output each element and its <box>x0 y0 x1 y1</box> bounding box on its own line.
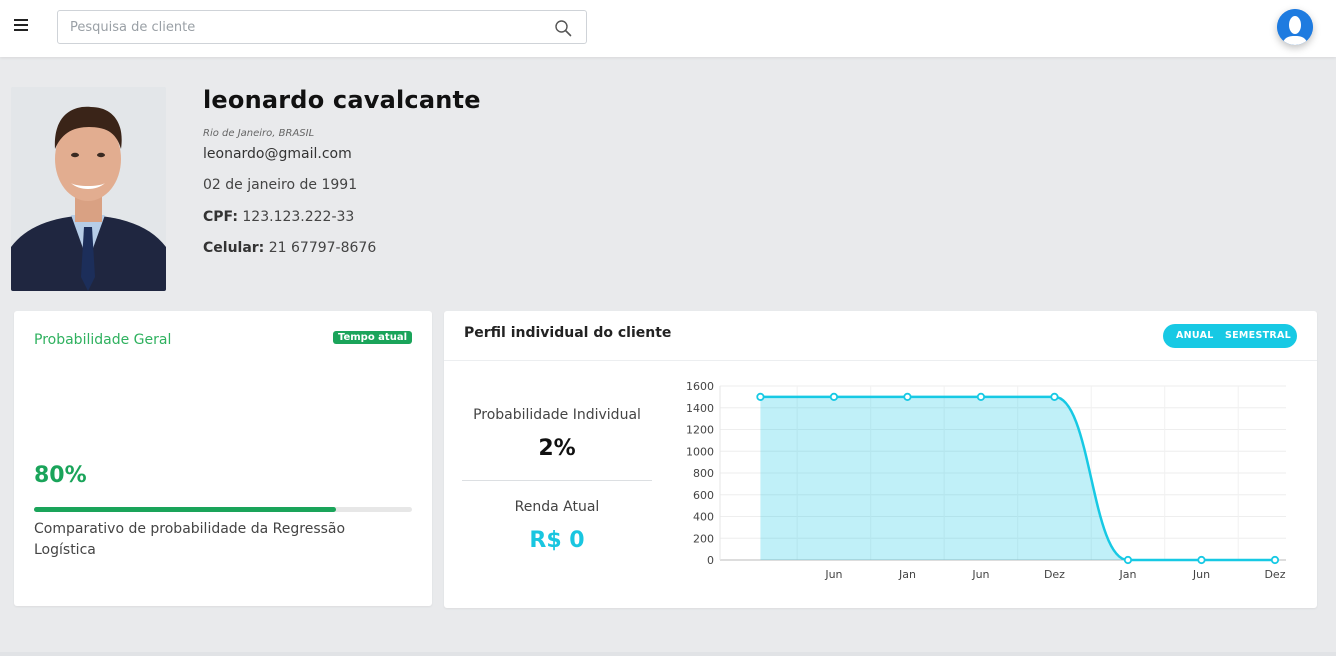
current-income-label: Renda Atual <box>514 499 600 515</box>
individual-probability-label: Probabilidade Individual <box>473 407 641 423</box>
phone-label: Celular: <box>203 240 265 256</box>
card-divider <box>444 360 1317 361</box>
stats-separator <box>462 480 652 481</box>
client-photo-image <box>11 87 166 291</box>
series-area <box>760 396 1275 560</box>
cpf-value: 123.123.222-33 <box>242 209 355 225</box>
client-phone: Celular: 21 67797-8676 <box>203 240 376 256</box>
user-icon <box>1277 9 1313 45</box>
phone-value: 21 67797-8676 <box>268 240 377 256</box>
y-tick-label: 600 <box>693 489 714 502</box>
data-point <box>829 392 839 401</box>
x-tick-label: Jun <box>1192 568 1210 581</box>
current-income-value: R$ 0 <box>529 528 585 553</box>
y-tick-label: 1200 <box>686 424 714 437</box>
x-tick-label: Dez <box>1044 568 1065 581</box>
y-tick-label: 400 <box>693 511 714 524</box>
individual-profile-title: Perfil individual do cliente <box>464 325 672 341</box>
data-point <box>1123 555 1133 565</box>
individual-profile-card: Perfil individual do cliente ANUAL SEMES… <box>444 311 1317 608</box>
general-probability-card: Probabilidade Geral Tempo atual 80% Comp… <box>14 311 432 606</box>
x-tick-label: Dez <box>1264 568 1285 581</box>
search-input[interactable] <box>58 11 548 43</box>
probability-progress-bar <box>34 507 412 512</box>
y-tick-label: 800 <box>693 467 714 480</box>
y-tick-label: 0 <box>707 554 714 567</box>
x-tick-label: Jan <box>898 568 916 581</box>
top-bar <box>0 0 1336 57</box>
search-box <box>57 10 587 44</box>
data-point <box>756 392 765 401</box>
probability-description: Comparativo de probabilidade da Regressã… <box>34 521 346 558</box>
general-probability-title: Probabilidade Geral <box>34 332 172 348</box>
probability-progress-fill <box>34 507 337 512</box>
bottom-strip <box>0 652 1336 656</box>
toggle-semester[interactable]: SEMESTRAL <box>1225 330 1291 341</box>
data-point <box>1270 555 1280 565</box>
y-tick-label: 1000 <box>686 445 714 458</box>
income-chart: 0 200 400 600 800 1000 1200 1400 1600 Jun Jan Jun De… <box>686 380 1286 581</box>
cpf-label: CPF: <box>203 209 238 225</box>
data-point <box>1050 392 1059 401</box>
period-toggle: ANUAL SEMESTRAL <box>1163 324 1297 348</box>
client-photo <box>11 87 166 291</box>
user-avatar-button[interactable] <box>1277 9 1313 45</box>
y-tick-label: 1600 <box>686 380 714 393</box>
data-point <box>1197 555 1206 565</box>
client-location: Rio de Janeiro, BRASIL <box>203 128 315 139</box>
search-icon[interactable] <box>554 19 572 37</box>
client-email: leonardo@gmail.com <box>203 146 352 162</box>
x-tick-label: Jun <box>971 568 989 581</box>
x-tick-label: Jun <box>824 568 842 581</box>
general-probability-value: 80% <box>34 463 87 488</box>
x-tick-label: Jan <box>1118 568 1136 581</box>
client-cpf: CPF: 123.123.222-33 <box>203 209 354 225</box>
data-point <box>976 392 986 401</box>
y-tick-label: 200 <box>693 532 714 545</box>
client-birthdate: 02 de janeiro de 1991 <box>203 177 358 193</box>
y-tick-label: 1400 <box>686 402 714 415</box>
menu-icon[interactable] <box>14 19 28 31</box>
individual-probability-value: 2% <box>538 436 576 461</box>
data-point <box>903 392 912 401</box>
time-badge: Tempo atual <box>332 331 412 344</box>
client-name: leonardo cavalcante <box>203 86 481 114</box>
toggle-annual[interactable]: ANUAL <box>1176 330 1214 341</box>
